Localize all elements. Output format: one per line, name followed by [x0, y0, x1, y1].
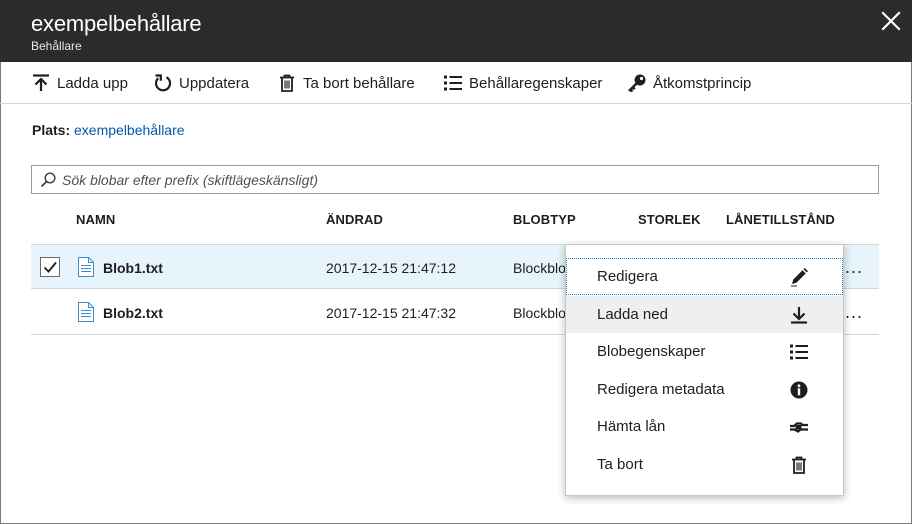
menu-item-label: Redigera metadata: [597, 381, 725, 398]
blade-subtitle: Behållare: [31, 39, 82, 53]
command-bar: Ladda upp Uppdatera Ta bort behållare Be…: [0, 62, 912, 104]
file-icon: [78, 302, 94, 322]
column-header-modified[interactable]: ÄNDRAD: [326, 212, 383, 227]
menu-item-label: Ladda ned: [597, 306, 668, 323]
blob-type: Blockblob: [513, 260, 565, 276]
blade-header: exempelbehållare Behållare: [0, 0, 912, 62]
upload-icon: [33, 74, 49, 91]
menu-item-edit[interactable]: Redigera: [566, 258, 843, 295]
key-icon: [628, 74, 646, 93]
row-more-button[interactable]: ...: [845, 257, 863, 278]
menu-item-acquire-lease[interactable]: Hämta lån: [566, 408, 843, 445]
menu-item-label: Redigera: [597, 268, 658, 285]
lease-icon: [790, 422, 808, 433]
container-properties-button[interactable]: Behållaregenskaper: [443, 71, 602, 95]
column-header-name[interactable]: NAMN: [76, 212, 115, 227]
menu-item-blob-properties[interactable]: Blobegenskaper: [566, 333, 843, 370]
menu-item-label: Ta bort: [597, 456, 643, 473]
row-more-button[interactable]: ...: [845, 302, 863, 323]
refresh-button[interactable]: Uppdatera: [153, 71, 249, 95]
location: Plats: exempelbehållare: [32, 122, 185, 138]
blob-modified: 2017-12-15 21:47:32: [326, 305, 456, 321]
access-policy-label: Åtkomstprincip: [653, 74, 752, 92]
blob-type: Blockblob: [513, 305, 565, 321]
blade-title: exempelbehållare: [31, 11, 202, 36]
checkmark-icon: [43, 261, 57, 273]
upload-label: Ladda upp: [57, 74, 128, 92]
close-icon[interactable]: [880, 10, 902, 32]
file-icon: [78, 257, 94, 277]
row-checkbox[interactable]: [40, 257, 60, 277]
list-icon: [444, 75, 462, 91]
column-header-blobtype[interactable]: BLOBTYP: [513, 212, 576, 227]
trash-icon: [792, 456, 806, 474]
list-icon: [790, 344, 808, 360]
blob-name[interactable]: Blob2.txt: [103, 305, 163, 321]
pencil-icon: [791, 268, 808, 287]
menu-item-download[interactable]: Ladda ned: [566, 296, 843, 333]
delete-container-label: Ta bort behållare: [303, 74, 415, 92]
blob-name[interactable]: Blob1.txt: [103, 260, 163, 276]
menu-item-edit-metadata[interactable]: Redigera metadata: [566, 371, 843, 408]
context-menu: Redigera Ladda ned Blobegenskaper Redige…: [565, 244, 844, 496]
trash-icon: [280, 74, 294, 92]
container-properties-label: Behållaregenskaper: [469, 74, 603, 92]
column-header-lease-state[interactable]: LÅNETILLSTÅND: [726, 212, 835, 227]
access-policy-button[interactable]: Åtkomstprincip: [627, 71, 751, 95]
menu-item-label: Blobegenskaper: [597, 343, 706, 360]
delete-container-button[interactable]: Ta bort behållare: [277, 71, 415, 95]
search-input[interactable]: [62, 168, 872, 191]
menu-item-label: Hämta lån: [597, 418, 666, 435]
refresh-label: Uppdatera: [179, 74, 250, 92]
column-header-size[interactable]: STORLEK: [638, 212, 701, 227]
location-label: Plats:: [32, 122, 71, 138]
menu-item-delete[interactable]: Ta bort: [566, 446, 843, 483]
location-link[interactable]: exempelbehållare: [74, 122, 185, 138]
search-icon: [40, 172, 56, 188]
search-box: [31, 165, 879, 194]
blob-modified: 2017-12-15 21:47:12: [326, 260, 456, 276]
refresh-icon: [154, 74, 172, 92]
upload-button[interactable]: Ladda upp: [31, 71, 128, 95]
download-icon: [791, 307, 807, 324]
info-icon: [790, 381, 808, 399]
